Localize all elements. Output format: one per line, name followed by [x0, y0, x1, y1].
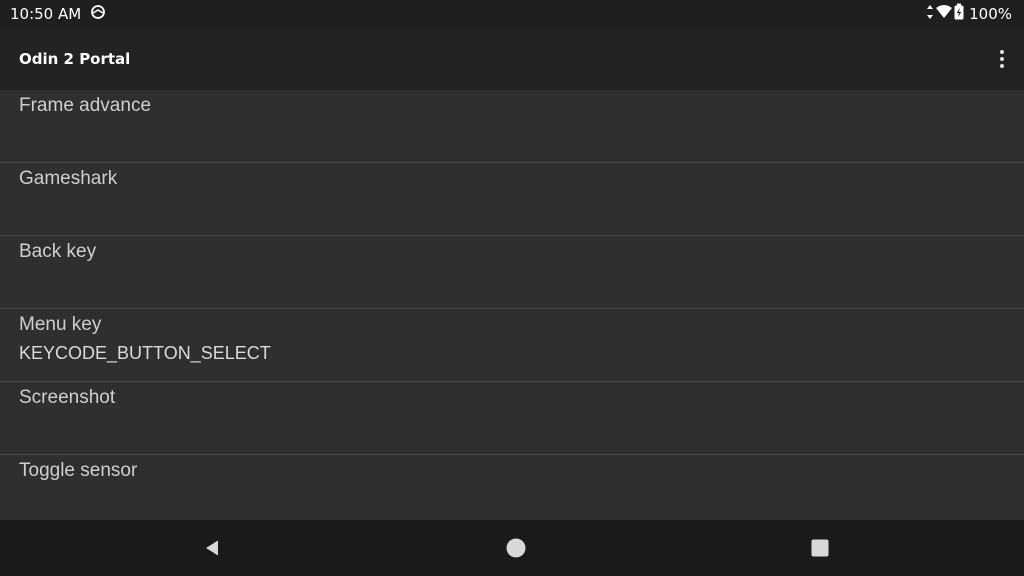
- navigation-bar: [0, 520, 1024, 576]
- list-item-label: Gameshark: [19, 168, 118, 189]
- battery-charging-icon: [953, 3, 965, 25]
- home-icon[interactable]: [496, 528, 536, 568]
- wifi-icon: [935, 4, 953, 24]
- list-item-label: Menu key: [19, 314, 102, 335]
- list-item-label: Frame advance: [19, 95, 152, 116]
- battery-percent: 100%: [969, 5, 1012, 23]
- app-bar: Odin 2 Portal: [0, 28, 1024, 90]
- preference-list: Frame advance Gameshark Back key Menu ke…: [0, 90, 1024, 520]
- list-item-back-key[interactable]: Back key: [0, 236, 1024, 309]
- data-arrows-icon: [925, 4, 935, 24]
- list-item-frame-advance[interactable]: Frame advance: [0, 90, 1024, 163]
- list-item-label: Screenshot: [19, 387, 116, 408]
- list-item-toggle-sensor[interactable]: Toggle sensor: [0, 455, 1024, 520]
- list-item-gameshark[interactable]: Gameshark: [0, 163, 1024, 236]
- status-time: 10:50 AM: [10, 5, 82, 23]
- recents-icon[interactable]: [800, 528, 840, 568]
- app-title: Odin 2 Portal: [19, 50, 131, 68]
- list-item-label: Toggle sensor: [19, 460, 138, 481]
- list-item-menu-key[interactable]: Menu key KEYCODE_BUTTON_SELECT: [0, 309, 1024, 382]
- more-vert-icon[interactable]: [990, 43, 1014, 75]
- list-item-screenshot[interactable]: Screenshot: [0, 382, 1024, 455]
- status-left: 10:50 AM: [10, 3, 107, 25]
- status-bar: 10:50 AM 100%: [0, 0, 1024, 28]
- sync-icon: [89, 3, 107, 25]
- list-item-value: KEYCODE_BUTTON_SELECT: [19, 343, 271, 363]
- list-item-label: Back key: [19, 241, 97, 262]
- status-right: 100%: [925, 3, 1012, 25]
- back-icon[interactable]: [192, 528, 232, 568]
